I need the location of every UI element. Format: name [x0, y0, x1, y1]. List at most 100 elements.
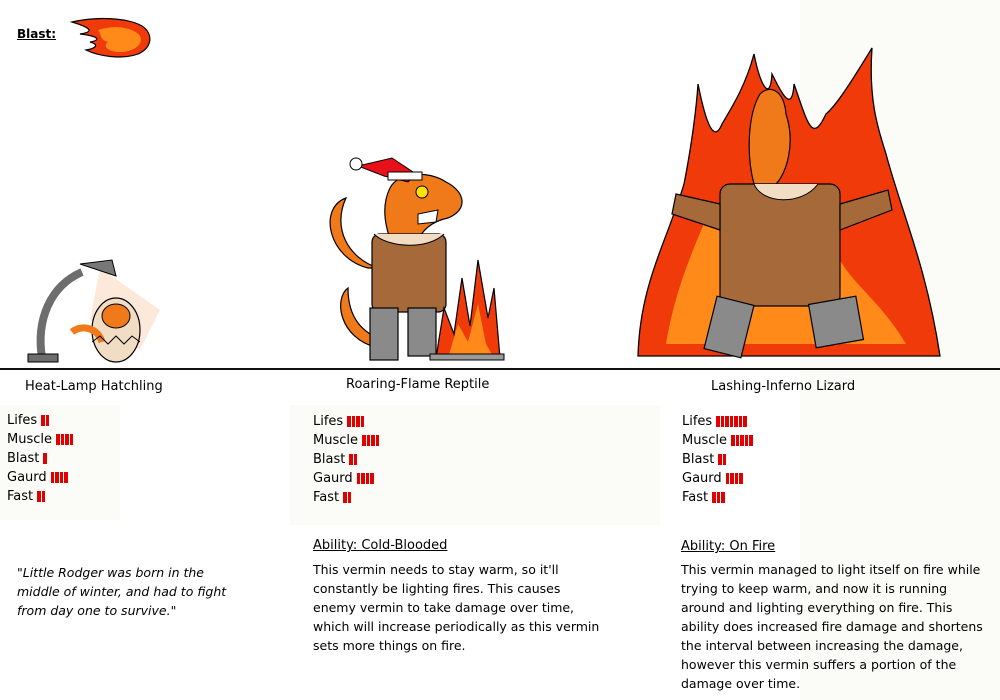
stat-label: Muscle	[7, 432, 52, 447]
stat-bar-segment	[720, 416, 725, 427]
stat-row-lifes: Lifes	[313, 412, 379, 431]
stat-bar-segment	[347, 416, 351, 427]
stat-bars	[712, 492, 725, 503]
ability-title-cold-blooded: Ability: Cold-Blooded	[313, 538, 448, 553]
stat-label: Lifes	[682, 414, 713, 429]
flavor-quote: "Little Rodger was born in the middle of…	[17, 565, 227, 618]
stat-bar-segment	[41, 491, 46, 502]
stat-bar-segment	[59, 472, 64, 483]
stat-label: Blast	[682, 452, 715, 467]
stat-bar-segment	[744, 435, 748, 446]
stats-roaring-flame-reptile: Lifes Muscle Blast Gaurd Fast	[313, 412, 379, 507]
stat-label: Blast	[313, 452, 346, 467]
stat-bars	[343, 492, 352, 503]
stat-bars	[716, 416, 747, 427]
stat-bar-segment	[739, 473, 743, 484]
stat-row-lifes: Lifes	[682, 412, 753, 431]
ground-line	[0, 368, 1000, 370]
stat-row-fast: Fast	[313, 488, 379, 507]
stat-bar-segment	[365, 473, 370, 484]
stat-bar-segment	[60, 434, 64, 445]
stat-bar-segment	[347, 492, 352, 503]
creature-name-lashing-inferno-lizard: Lashing-Inferno Lizard	[711, 379, 856, 394]
stat-bar-segment	[725, 416, 729, 427]
stat-bar-segment	[361, 473, 365, 484]
stat-bar-segment	[734, 416, 738, 427]
stat-bars	[41, 415, 50, 426]
stat-bar-segment	[356, 416, 360, 427]
creature-name-roaring-flame-reptile: Roaring-Flame Reptile	[346, 377, 490, 392]
stat-row-muscle: Muscle	[7, 430, 73, 449]
ability-text-on-fire: This vermin managed to light itself on f…	[681, 562, 983, 691]
stat-bar-segment	[360, 416, 365, 427]
stat-row-gaurd: Gaurd	[7, 468, 73, 487]
stat-bar-segment	[743, 416, 747, 427]
stat-row-lifes: Lifes	[7, 411, 73, 430]
stat-bars	[56, 434, 73, 445]
stat-bar-segment	[718, 454, 722, 465]
stat-row-fast: Fast	[7, 487, 73, 506]
stat-label: Lifes	[313, 414, 344, 429]
stat-bars	[37, 491, 46, 502]
stat-bar-segment	[371, 435, 375, 446]
stat-row-muscle: Muscle	[682, 431, 753, 450]
stat-bar-segment	[725, 473, 730, 484]
ability-text-cold-blooded: This vermin needs to stay warm, so it'll…	[313, 562, 600, 653]
stat-bar-segment	[64, 472, 68, 483]
stat-bar-segment	[749, 435, 753, 446]
stat-bars	[349, 454, 358, 465]
stat-bar-segment	[716, 492, 721, 503]
stat-bar-segment	[351, 416, 356, 427]
stat-bar-segment	[56, 434, 60, 445]
stat-label: Fast	[7, 489, 34, 504]
roaring-flame-reptile-illustration	[329, 157, 505, 361]
stat-bar-segment	[716, 416, 720, 427]
stat-bar-segment	[41, 415, 45, 426]
stat-row-gaurd: Gaurd	[682, 469, 753, 488]
stat-bar-segment	[45, 415, 50, 426]
stat-label: Gaurd	[7, 470, 47, 485]
stat-bar-segment	[343, 492, 347, 503]
stat-bar-segment	[50, 472, 55, 483]
stat-bar-segment	[55, 472, 59, 483]
stats-heat-lamp-hatchling: Lifes Muscle Blast Gaurd Fast	[7, 411, 73, 506]
stat-bar-segment	[731, 435, 735, 446]
stat-bar-segment	[362, 435, 366, 446]
stat-bars	[718, 454, 727, 465]
stat-bar-segment	[43, 453, 47, 464]
stat-bar-segment	[65, 434, 69, 445]
stat-bar-segment	[740, 435, 744, 446]
stat-row-muscle: Muscle	[313, 431, 379, 450]
stat-label: Muscle	[313, 433, 358, 448]
stat-bar-segment	[722, 454, 727, 465]
stat-bars	[50, 472, 68, 483]
stat-row-blast: Blast	[682, 450, 753, 469]
stat-row-gaurd: Gaurd	[313, 469, 379, 488]
stat-bar-segment	[349, 454, 353, 465]
fireball-icon	[69, 17, 151, 58]
stat-label: Gaurd	[313, 471, 353, 486]
stat-bar-segment	[356, 473, 361, 484]
ability-title-on-fire: Ability: On Fire	[681, 539, 776, 554]
stat-bars	[43, 453, 47, 464]
stat-row-blast: Blast	[7, 449, 73, 468]
stat-bar-segment	[729, 416, 734, 427]
stat-bar-segment	[738, 416, 743, 427]
stat-label: Blast	[7, 451, 40, 466]
stat-bar-segment	[366, 435, 370, 446]
stat-bar-segment	[370, 473, 374, 484]
heat-lamp-hatchling-illustration	[27, 259, 160, 363]
stat-bars	[731, 435, 753, 446]
stat-label: Muscle	[682, 433, 727, 448]
stat-label: Fast	[682, 490, 709, 505]
stat-bars	[362, 435, 379, 446]
stat-bar-segment	[375, 435, 379, 446]
stat-label: Gaurd	[682, 471, 722, 486]
creature-name-heat-lamp-hatchling: Heat-Lamp Hatchling	[25, 379, 163, 394]
stat-bar-segment	[734, 473, 739, 484]
stat-bar-segment	[730, 473, 734, 484]
stat-label: Fast	[313, 490, 340, 505]
lashing-inferno-lizard-illustration	[637, 47, 941, 359]
stat-bars	[356, 473, 374, 484]
stat-row-blast: Blast	[313, 450, 379, 469]
